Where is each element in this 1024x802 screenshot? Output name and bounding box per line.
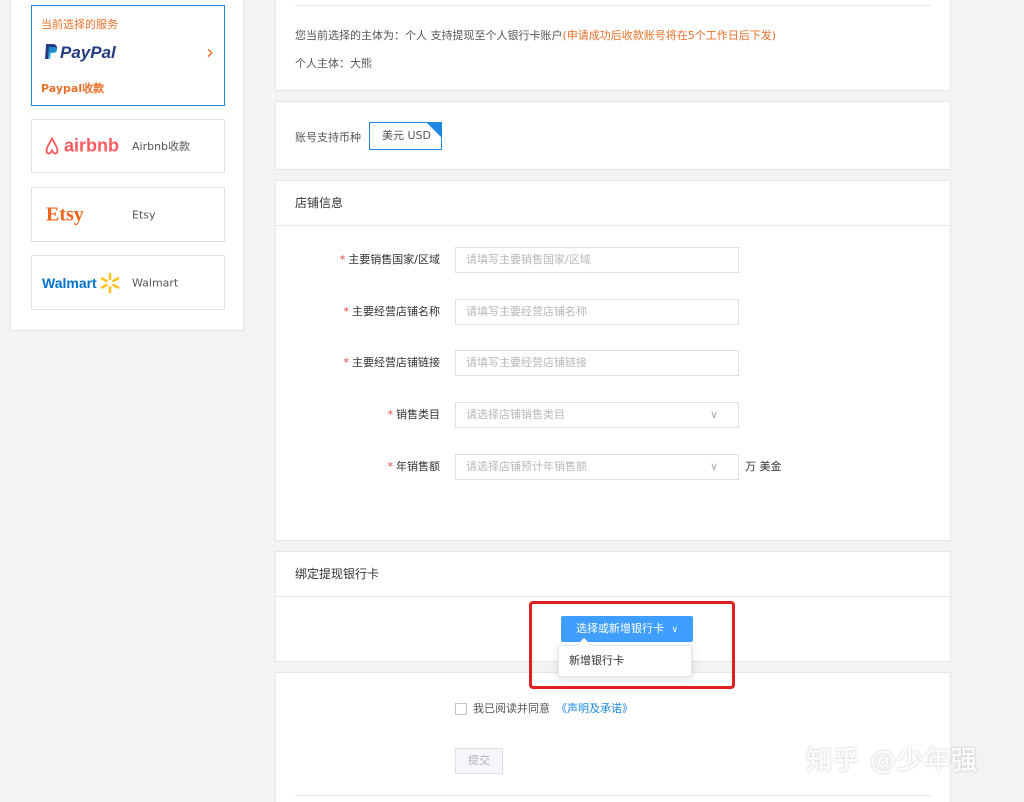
entity-info-panel: 您当前选择的主体为：个人 支持提现至个人银行卡账户(申请成功后收款账号将在5个工…: [275, 0, 951, 91]
paypal-logo: PayPal: [42, 43, 116, 63]
form-row-category: * 销售类目 请选择店铺销售类目 ∨: [276, 402, 950, 428]
store-info-panel: 店铺信息 * 主要销售国家/区域 请填写主要销售国家/区域 * 主要经营店铺名称 请…: [275, 180, 951, 541]
entity-name-line: 个人主体：大熊: [295, 57, 372, 70]
form-row-store-link: * 主要经营店铺链接 请填写主要经营店铺链接: [276, 350, 950, 376]
walmart-spark-icon: [100, 272, 120, 293]
currency-option-usd[interactable]: 美元 USD: [369, 122, 442, 150]
current-service-label: 当前选择的服务: [41, 18, 118, 31]
entity-warning: (申请成功后收款账号将在5个工作日后下发): [562, 29, 777, 42]
currency-value: 美元 USD: [382, 129, 432, 142]
airbnb-logo: airbnb: [42, 136, 119, 157]
highlight-annotation: [529, 601, 735, 689]
paypal-label: Paypal收款: [41, 82, 105, 95]
field-label: * 主要经营店铺名称: [343, 305, 441, 318]
service-item-airbnb[interactable]: airbnb Airbnb收款: [31, 119, 225, 173]
divider: [295, 795, 931, 796]
store-name-input[interactable]: 请填写主要经营店铺名称: [455, 299, 739, 325]
airbnb-icon: [45, 136, 59, 154]
walmart-logo: Walmart: [42, 272, 121, 294]
form-row-annual-sales: * 年销售额 请选择店铺预计年销售额 ∨ 万 美金: [276, 454, 950, 480]
entity-text: 您当前选择的主体为：个人 支持提现至个人银行卡账户: [295, 29, 563, 42]
service-name: Airbnb收款: [132, 140, 191, 153]
chevron-down-icon: ∨: [709, 408, 718, 421]
service-item-etsy[interactable]: Etsy Etsy: [31, 187, 225, 242]
section-title: 店铺信息: [276, 181, 950, 226]
form-row-store-name: * 主要经营店铺名称 请填写主要经营店铺名称: [276, 299, 950, 325]
etsy-logo: Etsy: [46, 203, 84, 225]
select-placeholder: 请选择店铺销售类目: [466, 408, 565, 421]
category-select[interactable]: 请选择店铺销售类目 ∨: [455, 402, 739, 428]
form-row-sales-region: * 主要销售国家/区域 请填写主要销售国家/区域: [276, 247, 950, 273]
divider: [295, 5, 931, 6]
agreement-panel: 我已阅读并同意 《声明及承诺》 提交: [275, 672, 951, 802]
chevron-down-icon: ∨: [709, 460, 718, 473]
chevron-right-icon: ›: [206, 40, 214, 64]
field-label: * 销售类目: [387, 408, 441, 421]
field-label: * 年销售额: [387, 460, 441, 473]
currency-panel: 账号支持币种 美元 USD: [275, 101, 951, 170]
select-placeholder: 请选择店铺预计年销售额: [466, 460, 587, 473]
store-link-input[interactable]: 请填写主要经营店铺链接: [455, 350, 739, 376]
annual-sales-select[interactable]: 请选择店铺预计年销售额 ∨: [455, 454, 739, 480]
service-item-paypal[interactable]: 当前选择的服务 PayPal › Paypal收款: [31, 5, 225, 106]
agreement-row: 我已阅读并同意 《声明及承诺》: [455, 702, 633, 716]
submit-button[interactable]: 提交: [455, 748, 503, 774]
agree-checkbox[interactable]: [455, 703, 467, 715]
watermark: 知乎 @少年强: [806, 746, 979, 776]
section-title: 绑定提现银行卡: [276, 552, 950, 597]
service-sidebar: 当前选择的服务 PayPal › Paypal收款 airbnb Airbnb收…: [10, 0, 244, 331]
field-label: * 主要销售国家/区域: [339, 253, 440, 266]
selected-corner-icon: [427, 123, 441, 137]
unit-label: 万 美金: [745, 460, 782, 473]
paypal-p-icon: [45, 44, 57, 59]
sales-region-input[interactable]: 请填写主要销售国家/区域: [455, 247, 739, 273]
service-name: Walmart: [132, 276, 179, 289]
service-item-walmart[interactable]: Walmart Walmart: [31, 255, 225, 310]
currency-label: 账号支持币种: [295, 131, 361, 144]
service-name: Etsy: [132, 208, 156, 221]
entity-line: 您当前选择的主体为：个人 支持提现至个人银行卡账户(申请成功后收款账号将在5个工…: [295, 27, 776, 43]
statement-link[interactable]: 《声明及承诺》: [556, 702, 633, 715]
field-label: * 主要经营店铺链接: [343, 356, 441, 369]
agreement-text: 我已阅读并同意: [473, 702, 550, 715]
